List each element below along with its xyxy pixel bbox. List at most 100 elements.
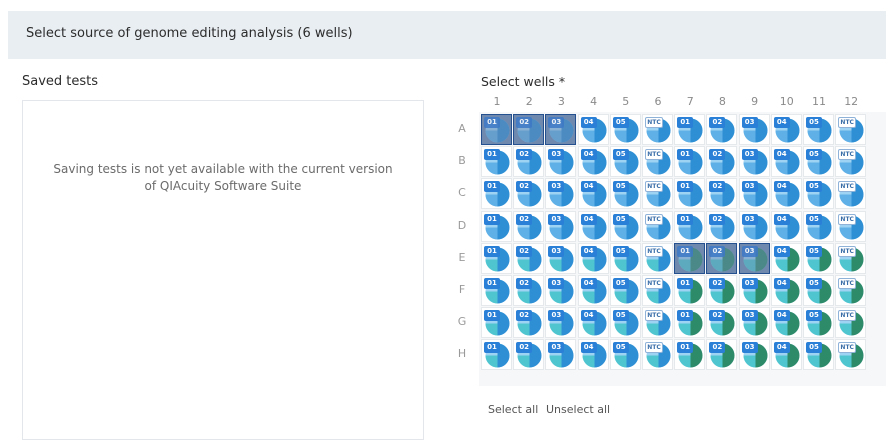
well-B2[interactable]: 02: [513, 146, 545, 178]
well-D9[interactable]: 03: [738, 210, 770, 242]
well-E8[interactable]: 02: [706, 242, 738, 274]
well-H5[interactable]: 05: [609, 339, 641, 371]
well-G11[interactable]: 05: [803, 307, 834, 339]
well-F11[interactable]: 05: [803, 275, 834, 306]
well-A12[interactable]: NTC: [835, 114, 867, 145]
well-H4[interactable]: 04: [577, 339, 609, 371]
well-D1[interactable]: 01: [481, 210, 512, 242]
well-H10[interactable]: 04: [770, 339, 802, 371]
well-B4[interactable]: 04: [577, 146, 609, 178]
well-F10[interactable]: 04: [770, 275, 802, 306]
well-G5[interactable]: 05: [609, 307, 641, 339]
well-G7[interactable]: 01: [674, 307, 706, 339]
well-B10[interactable]: 04: [770, 146, 802, 178]
select-all-link[interactable]: Select all: [488, 403, 538, 416]
well-A4[interactable]: 04: [577, 114, 609, 145]
well-B3[interactable]: 03: [545, 146, 577, 178]
well-G9[interactable]: 03: [738, 307, 770, 339]
well-E7[interactable]: 01: [674, 242, 706, 274]
well-G1[interactable]: 01: [481, 307, 512, 339]
well-C7[interactable]: 01: [674, 178, 706, 210]
well-C12[interactable]: NTC: [835, 178, 867, 210]
well-H11[interactable]: 05: [803, 339, 834, 371]
well-F9[interactable]: 03: [738, 275, 770, 306]
well-D5[interactable]: 05: [609, 210, 641, 242]
well-D8[interactable]: 02: [706, 210, 738, 242]
well-F4[interactable]: 04: [577, 275, 609, 306]
well-E6[interactable]: NTC: [642, 242, 673, 274]
well-A1[interactable]: 01: [481, 114, 512, 145]
well-C9[interactable]: 03: [738, 178, 770, 210]
well-B1[interactable]: 01: [481, 146, 512, 178]
unselect-all-link[interactable]: Unselect all: [546, 403, 610, 416]
well-A3[interactable]: 03: [545, 114, 577, 145]
well-F6[interactable]: NTC: [642, 275, 673, 306]
well-G10[interactable]: 04: [770, 307, 802, 339]
well-F7[interactable]: 01: [674, 275, 706, 306]
well-B8[interactable]: 02: [706, 146, 738, 178]
well-D6[interactable]: NTC: [642, 210, 673, 242]
well-sample-label: 02: [516, 213, 533, 225]
well-D4[interactable]: 04: [577, 210, 609, 242]
well-A10[interactable]: 04: [770, 114, 802, 145]
well-E9[interactable]: 03: [738, 242, 770, 274]
well-F8[interactable]: 02: [706, 275, 738, 306]
well-F12[interactable]: NTC: [835, 275, 867, 306]
well-H2[interactable]: 02: [513, 339, 545, 371]
well-A9[interactable]: 03: [738, 114, 770, 145]
well-A6[interactable]: NTC: [642, 114, 673, 145]
well-G12[interactable]: NTC: [835, 307, 867, 339]
well-A5[interactable]: 05: [609, 114, 641, 145]
well-D3[interactable]: 03: [545, 210, 577, 242]
well-C11[interactable]: 05: [803, 178, 834, 210]
well-H1[interactable]: 01: [481, 339, 512, 371]
well-G8[interactable]: 02: [706, 307, 738, 339]
well-F5[interactable]: 05: [609, 275, 641, 306]
well-G4[interactable]: 04: [577, 307, 609, 339]
well-E10[interactable]: 04: [770, 242, 802, 274]
well-C5[interactable]: 05: [609, 178, 641, 210]
well-H8[interactable]: 02: [706, 339, 738, 371]
well-B5[interactable]: 05: [609, 146, 641, 178]
well-H3[interactable]: 03: [545, 339, 577, 371]
well-B6[interactable]: NTC: [642, 146, 673, 178]
well-C3[interactable]: 03: [545, 178, 577, 210]
well-D2[interactable]: 02: [513, 210, 545, 242]
well-H6[interactable]: NTC: [642, 339, 673, 371]
well-E5[interactable]: 05: [609, 242, 641, 274]
well-B11[interactable]: 05: [803, 146, 834, 178]
well-C10[interactable]: 04: [770, 178, 802, 210]
well-E2[interactable]: 02: [513, 242, 545, 274]
well-D7[interactable]: 01: [674, 210, 706, 242]
well-G6[interactable]: NTC: [642, 307, 673, 339]
well-C1[interactable]: 01: [481, 178, 512, 210]
well-F3[interactable]: 03: [545, 275, 577, 306]
well-H12[interactable]: NTC: [835, 339, 867, 371]
well-C4[interactable]: 04: [577, 178, 609, 210]
well-D10[interactable]: 04: [770, 210, 802, 242]
well-C2[interactable]: 02: [513, 178, 545, 210]
well-A8[interactable]: 02: [706, 114, 738, 145]
well-H9[interactable]: 03: [738, 339, 770, 371]
well-sample-label: NTC: [838, 181, 857, 193]
well-D11[interactable]: 05: [803, 210, 834, 242]
well-F1[interactable]: 01: [481, 275, 512, 306]
well-F2[interactable]: 02: [513, 275, 545, 306]
well-A7[interactable]: 01: [674, 114, 706, 145]
well-E12[interactable]: NTC: [835, 242, 867, 274]
well-E4[interactable]: 04: [577, 242, 609, 274]
well-H7[interactable]: 01: [674, 339, 706, 371]
well-B7[interactable]: 01: [674, 146, 706, 178]
well-C6[interactable]: NTC: [642, 178, 673, 210]
well-D12[interactable]: NTC: [835, 210, 867, 242]
well-A2[interactable]: 02: [513, 114, 545, 145]
well-E3[interactable]: 03: [545, 242, 577, 274]
well-G2[interactable]: 02: [513, 307, 545, 339]
well-B9[interactable]: 03: [738, 146, 770, 178]
well-E11[interactable]: 05: [803, 242, 834, 274]
well-C8[interactable]: 02: [706, 178, 738, 210]
well-E1[interactable]: 01: [481, 242, 512, 274]
well-G3[interactable]: 03: [545, 307, 577, 339]
well-A11[interactable]: 05: [803, 114, 834, 145]
well-B12[interactable]: NTC: [835, 146, 867, 178]
